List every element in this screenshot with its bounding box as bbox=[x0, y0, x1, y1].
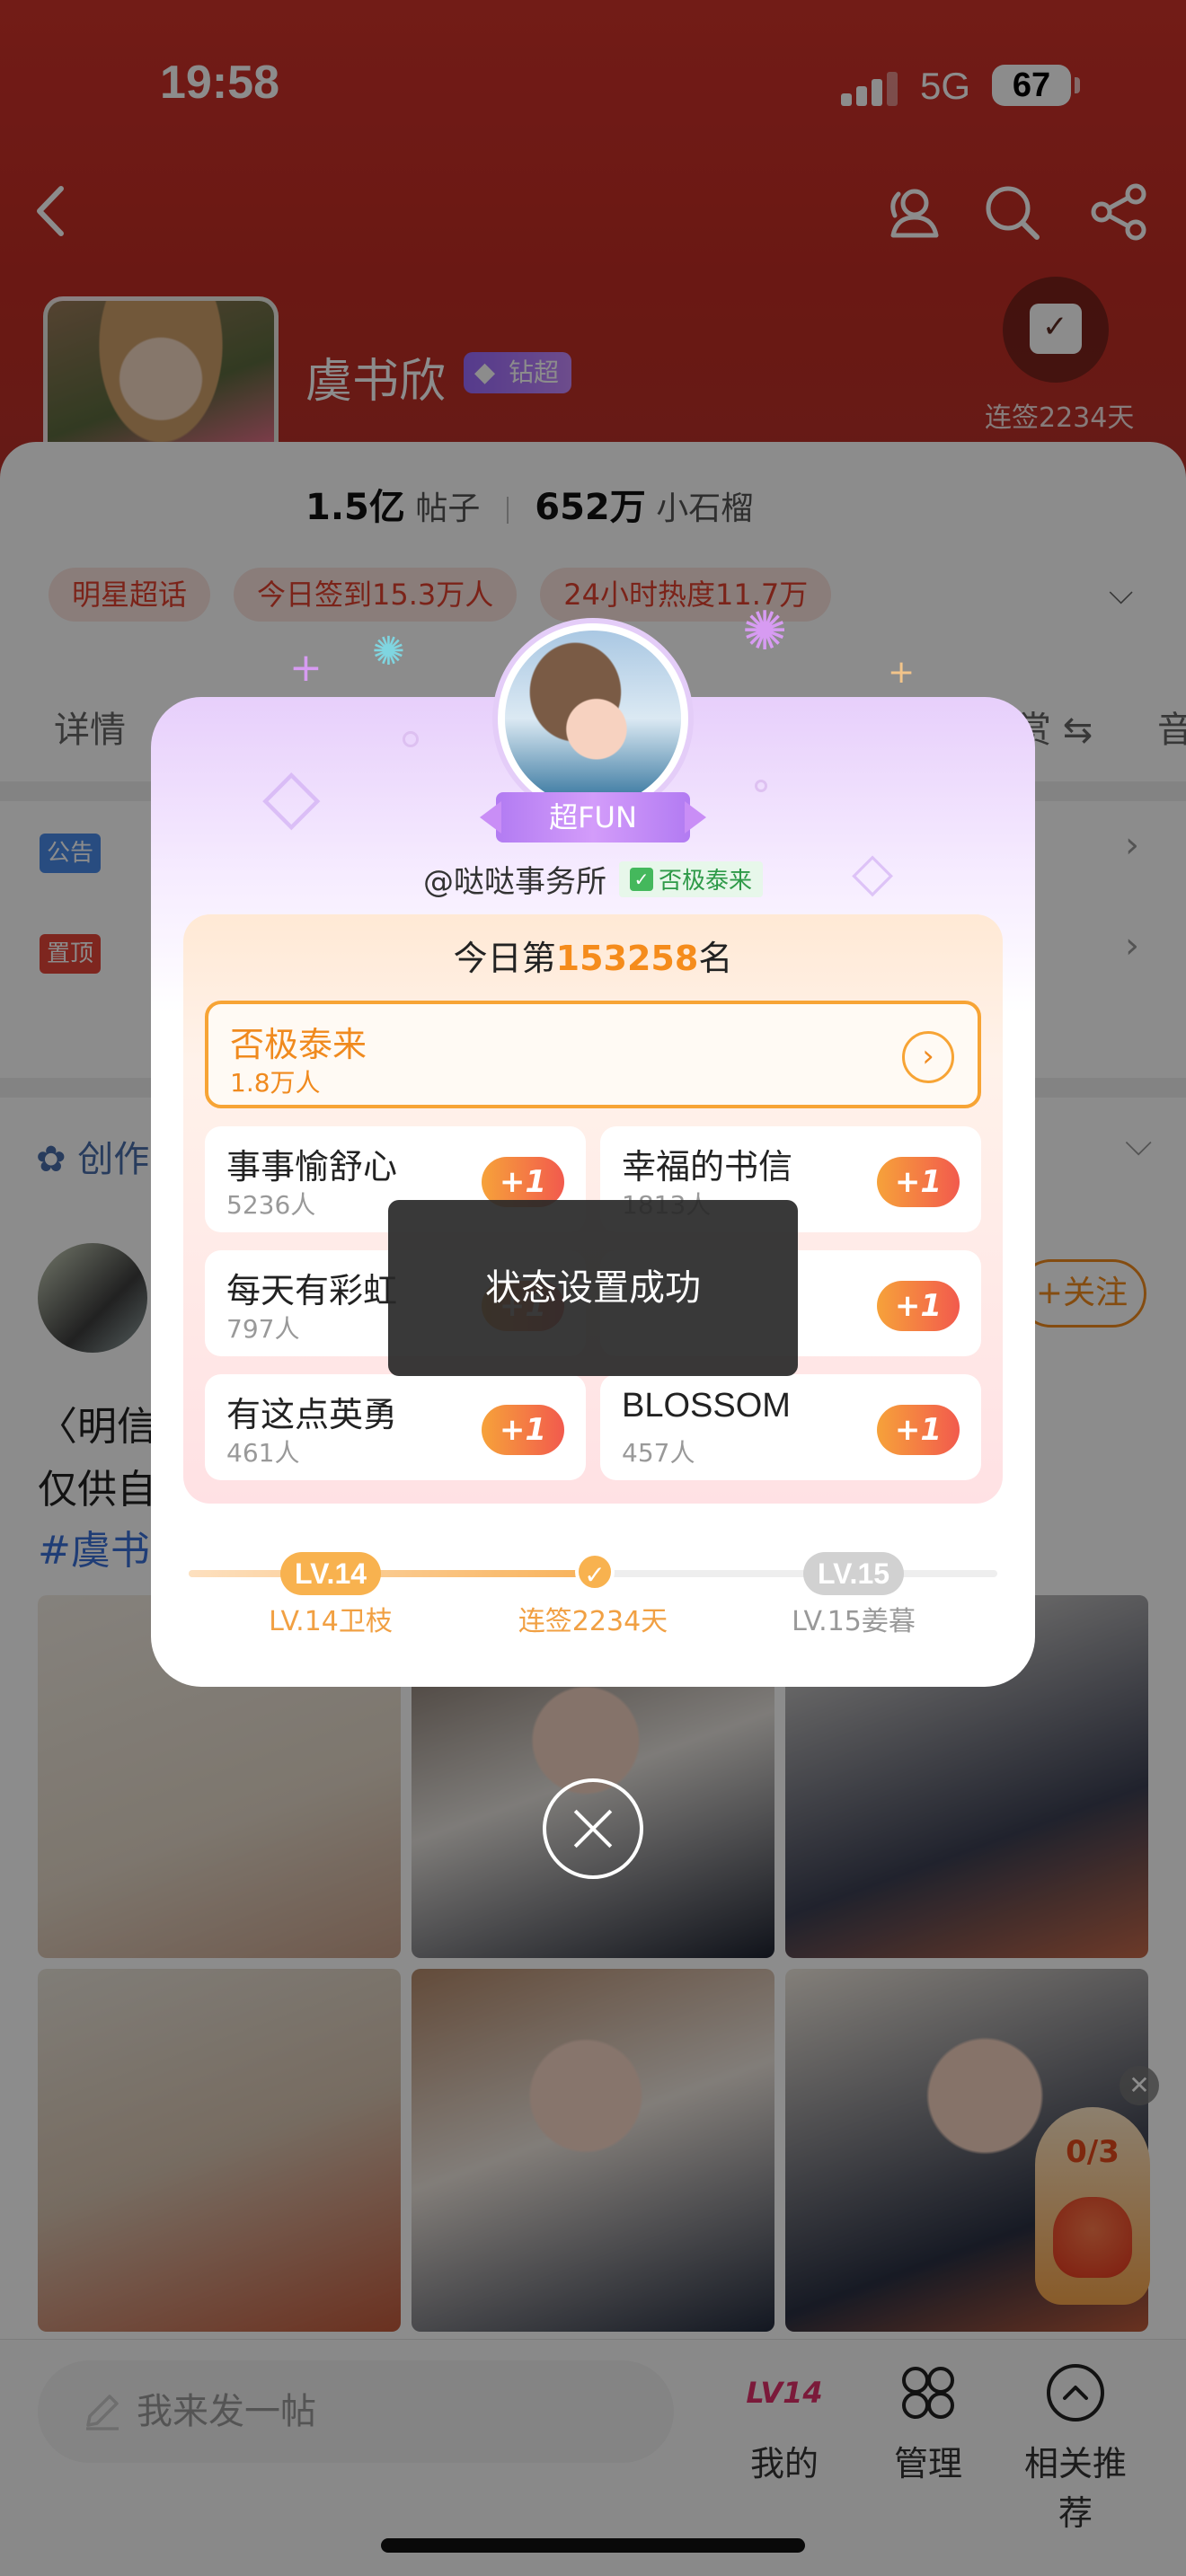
dot-decoration bbox=[755, 780, 767, 792]
next-level-chip: LV.15 bbox=[803, 1552, 904, 1595]
current-status-pill: ✓ 否极泰来 bbox=[618, 860, 763, 897]
current-level-chip: LV.14 bbox=[280, 1552, 381, 1595]
rank-suffix: 名 bbox=[698, 939, 733, 978]
status-count: 797人 bbox=[226, 1314, 300, 1344]
check-icon: ✓ bbox=[575, 1552, 615, 1592]
selected-status-card[interactable]: 否极泰来 1.8万人 › bbox=[205, 1001, 981, 1108]
status-name: 幸福的书信 bbox=[622, 1147, 793, 1187]
close-modal-button[interactable] bbox=[543, 1778, 643, 1879]
toast-message: 状态设置成功 bbox=[388, 1200, 798, 1376]
status-count: 461人 bbox=[226, 1438, 300, 1468]
diamond-decoration-icon: ◇ bbox=[262, 751, 321, 839]
status-card[interactable]: 有这点英勇 461人 +1 bbox=[205, 1374, 586, 1480]
rank-title: 今日第153258名 bbox=[183, 931, 1003, 980]
status-card[interactable]: BLOSSOM 457人 +1 bbox=[600, 1374, 981, 1480]
status-count: 5236人 bbox=[226, 1190, 316, 1220]
fun-badge: 超FUN bbox=[496, 792, 690, 842]
username: @哒哒事务所 bbox=[422, 864, 606, 900]
rank-prefix: 今日第 bbox=[453, 939, 556, 978]
status-name: 事事愉舒心 bbox=[226, 1147, 398, 1187]
plus-one-button[interactable]: +1 bbox=[877, 1405, 960, 1455]
chevron-right-icon[interactable]: › bbox=[902, 1031, 954, 1083]
current-level-label: LV.14卫枝 bbox=[269, 1606, 393, 1637]
status-name: 每天有彩虹 bbox=[226, 1271, 398, 1310]
plus-one-button[interactable]: +1 bbox=[877, 1157, 960, 1207]
user-avatar[interactable] bbox=[492, 618, 694, 819]
status-count: 457人 bbox=[622, 1438, 695, 1468]
plus-one-button[interactable]: +1 bbox=[877, 1281, 960, 1331]
status-name: BLOSSOM bbox=[622, 1387, 791, 1425]
user-avatar-image bbox=[505, 631, 681, 807]
sparkle-icon: ✺ bbox=[372, 629, 405, 675]
dot-decoration bbox=[403, 731, 419, 747]
level-progress-fill bbox=[189, 1570, 593, 1577]
rank-number: 153258 bbox=[555, 939, 699, 978]
current-status-label: 否极泰来 bbox=[658, 868, 752, 895]
user-line: @哒哒事务所 ✓ 否极泰来 bbox=[0, 857, 1186, 901]
sparkle-icon: + bbox=[888, 654, 916, 691]
status-count: 1.8万人 bbox=[230, 1068, 321, 1098]
checkin-days-label: 连签2234天 bbox=[518, 1606, 668, 1637]
check-icon: ✓ bbox=[629, 867, 653, 891]
sparkle-icon: + bbox=[289, 645, 323, 691]
sparkle-icon: ✺ bbox=[742, 600, 788, 663]
next-level-label: LV.15姜暮 bbox=[792, 1606, 916, 1637]
status-name: 否极泰来 bbox=[230, 1025, 367, 1064]
plus-one-button[interactable]: +1 bbox=[482, 1405, 564, 1455]
status-name: 有这点英勇 bbox=[226, 1395, 398, 1434]
